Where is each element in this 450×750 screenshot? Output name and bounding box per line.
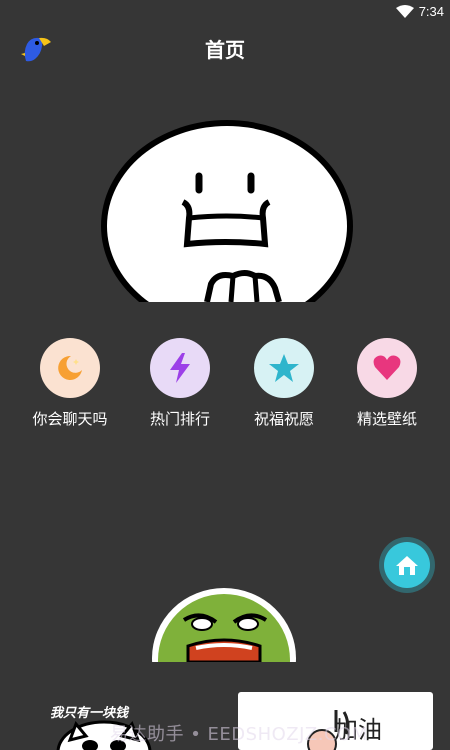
heart-icon	[373, 355, 401, 380]
status-bar: 7:34	[0, 0, 450, 24]
banner-sticker-image[interactable]	[95, 106, 357, 302]
menu-label: 热门排行	[149, 410, 210, 428]
app-header: 首页	[0, 24, 450, 72]
lightning-icon	[170, 353, 190, 383]
menu-circle	[357, 338, 417, 398]
frog-sticker-image[interactable]	[148, 586, 300, 662]
watermark-text: 易达助手 • EEDSHOZJZ.COM	[110, 724, 368, 745]
menu-label: 精选壁纸	[356, 410, 417, 428]
status-time: 7:34	[418, 4, 444, 19]
moon-icon	[58, 355, 82, 380]
menu-label: 你会聊天吗	[32, 410, 108, 428]
menu-item-blessings[interactable]: 祝福祝愿	[234, 338, 334, 429]
floating-home-button[interactable]	[378, 536, 436, 594]
wifi-icon	[396, 5, 414, 23]
page-title: 首页	[205, 38, 245, 62]
menu-circle	[40, 338, 100, 398]
sticker-caption: 我只有一块钱	[50, 706, 129, 721]
menu-label: 祝福祝愿	[253, 410, 314, 428]
star-icon	[269, 354, 299, 382]
menu-item-wallpapers[interactable]: 精选壁纸	[337, 338, 437, 429]
menu-item-chat[interactable]: 你会聊天吗	[20, 338, 120, 429]
menu-item-hot-ranking[interactable]: 热门排行	[130, 338, 230, 429]
category-menu: 你会聊天吗 热门排行 祝福祝愿 精选壁纸	[0, 338, 450, 438]
menu-circle	[150, 338, 210, 398]
menu-circle	[254, 338, 314, 398]
